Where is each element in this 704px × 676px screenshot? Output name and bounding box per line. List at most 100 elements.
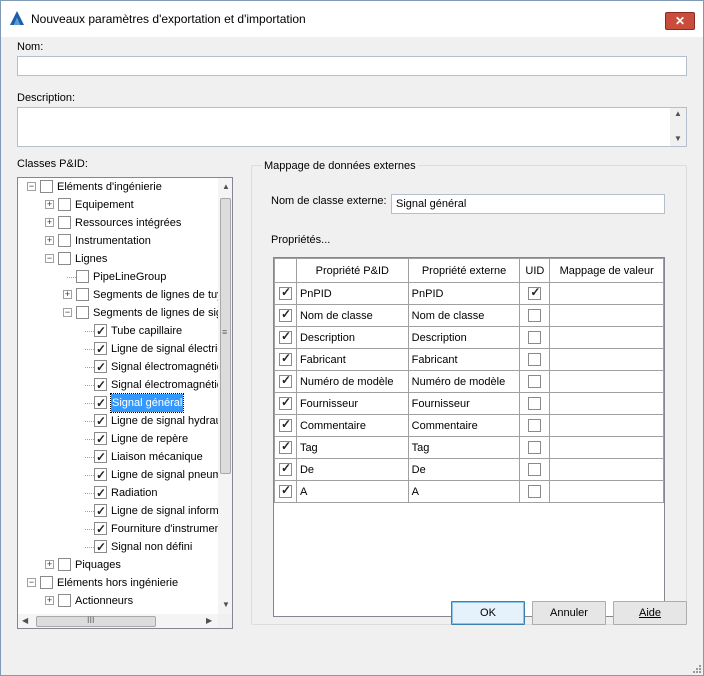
- table-row[interactable]: FournisseurFournisseur: [274, 392, 664, 415]
- column-header-uid[interactable]: UID: [519, 258, 551, 283]
- uid-checkbox[interactable]: [528, 285, 542, 300]
- uid-checkbox[interactable]: [528, 441, 542, 454]
- tree-item-checkbox[interactable]: [94, 376, 107, 394]
- row-include-cell[interactable]: [274, 326, 297, 349]
- tree-vertical-scrollbar[interactable]: ▲ ≡ ▼: [218, 178, 232, 614]
- table-row[interactable]: DeDe: [274, 458, 664, 481]
- table-row[interactable]: AA: [274, 480, 664, 503]
- expand-icon[interactable]: +: [45, 218, 54, 227]
- tree-item-checkbox[interactable]: [58, 594, 71, 607]
- pid-property-cell[interactable]: Fournisseur: [295, 392, 409, 415]
- tree-item-checkbox[interactable]: [94, 358, 107, 376]
- table-row[interactable]: FabricantFabricant: [274, 348, 664, 371]
- tree-item[interactable]: + Piquages: [18, 556, 218, 574]
- tree-horizontal-scrollbar[interactable]: ◀ III ▶: [18, 614, 218, 628]
- row-include-cell[interactable]: [274, 370, 297, 393]
- row-include-checkbox[interactable]: [278, 329, 292, 344]
- tree-item-checkbox[interactable]: [40, 180, 53, 193]
- tree-item[interactable]: Ligne de signal pneum: [18, 466, 218, 484]
- scroll-down-icon[interactable]: ▼: [222, 600, 230, 609]
- tree-item-checkbox[interactable]: [94, 484, 107, 502]
- row-include-checkbox[interactable]: [278, 417, 292, 432]
- tree-item-checkbox[interactable]: [94, 430, 107, 448]
- scroll-up-icon[interactable]: ▲: [222, 182, 230, 191]
- uid-cell[interactable]: [519, 458, 551, 481]
- row-include-checkbox[interactable]: [278, 439, 292, 454]
- tree-item-checkbox[interactable]: [58, 198, 71, 211]
- collapse-icon[interactable]: −: [63, 308, 72, 317]
- tree-item[interactable]: − Eléments d'ingénierie: [18, 178, 218, 196]
- description-input[interactable]: ▲ ▼: [17, 107, 687, 147]
- value-mapping-cell[interactable]: [549, 414, 664, 437]
- external-property-cell[interactable]: Numéro de modèle: [407, 370, 521, 393]
- uid-cell[interactable]: [519, 414, 551, 437]
- collapse-icon[interactable]: −: [27, 182, 36, 191]
- tree-item-checkbox[interactable]: [94, 412, 107, 430]
- row-include-cell[interactable]: [274, 436, 297, 459]
- table-row[interactable]: Numéro de modèleNuméro de modèle: [274, 370, 664, 393]
- horizontal-scroll-thumb[interactable]: III: [36, 615, 156, 627]
- external-property-cell[interactable]: Fabricant: [407, 348, 521, 371]
- column-header-external-property[interactable]: Propriété externe: [407, 258, 521, 283]
- tree-item-checkbox[interactable]: [76, 306, 89, 319]
- column-header-value-mapping[interactable]: Mappage de valeur: [549, 258, 664, 283]
- tree-item[interactable]: + Actionneurs: [18, 592, 218, 610]
- column-header-pid-property[interactable]: Propriété P&ID: [295, 258, 409, 283]
- uid-checkbox[interactable]: [528, 331, 542, 344]
- row-include-checkbox[interactable]: [278, 395, 292, 410]
- help-button[interactable]: Aide: [613, 601, 687, 625]
- value-mapping-cell[interactable]: [549, 304, 664, 327]
- tree-item[interactable]: − Lignes: [18, 250, 218, 268]
- pid-property-cell[interactable]: Fabricant: [295, 348, 409, 371]
- expand-icon[interactable]: +: [45, 236, 54, 245]
- expand-icon[interactable]: +: [45, 200, 54, 209]
- tree-item[interactable]: Signal électromagnétic: [18, 358, 218, 376]
- pid-property-cell[interactable]: A: [295, 480, 409, 503]
- tree-item[interactable]: Ligne de signal hydrau: [18, 412, 218, 430]
- tree-item-checkbox[interactable]: [94, 394, 107, 412]
- row-include-checkbox[interactable]: [278, 483, 292, 498]
- pid-property-cell[interactable]: PnPID: [295, 282, 409, 305]
- uid-checkbox[interactable]: [528, 485, 542, 498]
- table-row[interactable]: CommentaireCommentaire: [274, 414, 664, 437]
- table-row[interactable]: TagTag: [274, 436, 664, 459]
- scroll-up-icon[interactable]: ▲: [674, 109, 682, 118]
- scroll-right-icon[interactable]: ▶: [206, 616, 212, 625]
- tree-item-checkbox[interactable]: [40, 576, 53, 589]
- external-property-cell[interactable]: Commentaire: [407, 414, 521, 437]
- row-include-cell[interactable]: [274, 458, 297, 481]
- resize-grip-icon[interactable]: [691, 663, 701, 673]
- tree-item-checkbox[interactable]: [94, 538, 107, 556]
- row-include-checkbox[interactable]: [278, 285, 292, 300]
- external-property-cell[interactable]: Description: [407, 326, 521, 349]
- tree-item-checkbox[interactable]: [94, 448, 107, 466]
- expand-icon[interactable]: +: [63, 290, 72, 299]
- pid-property-cell[interactable]: Nom de classe: [295, 304, 409, 327]
- tree-item-checkbox[interactable]: [58, 216, 71, 229]
- uid-checkbox[interactable]: [528, 419, 542, 432]
- external-property-cell[interactable]: PnPID: [407, 282, 521, 305]
- external-property-cell[interactable]: Tag: [407, 436, 521, 459]
- collapse-icon[interactable]: −: [45, 254, 54, 263]
- pid-classes-tree[interactable]: − Eléments d'ingénierie + Equipement + Ressou…: [17, 177, 233, 629]
- cancel-button[interactable]: Annuler: [532, 601, 606, 625]
- tree-item[interactable]: − Segments de lignes de sign: [18, 304, 218, 322]
- tree-item[interactable]: Tube capillaire: [18, 322, 218, 340]
- uid-cell[interactable]: [519, 436, 551, 459]
- value-mapping-cell[interactable]: [549, 392, 664, 415]
- uid-checkbox[interactable]: [528, 309, 542, 322]
- name-input[interactable]: [17, 56, 687, 76]
- value-mapping-cell[interactable]: [549, 436, 664, 459]
- pid-property-cell[interactable]: Description: [295, 326, 409, 349]
- tree-item[interactable]: Signal non défini: [18, 538, 218, 556]
- external-property-cell[interactable]: A: [407, 480, 521, 503]
- tree-item[interactable]: + Instrumentation: [18, 232, 218, 250]
- tree-item-checkbox[interactable]: [76, 270, 89, 283]
- tree-item-checkbox[interactable]: [94, 322, 107, 340]
- tree-item-checkbox[interactable]: [76, 288, 89, 301]
- tree-item-checkbox[interactable]: [58, 252, 71, 265]
- tree-item-checkbox[interactable]: [94, 520, 107, 538]
- external-property-cell[interactable]: Nom de classe: [407, 304, 521, 327]
- close-button[interactable]: ✕: [665, 12, 695, 30]
- scroll-down-icon[interactable]: ▼: [674, 134, 682, 143]
